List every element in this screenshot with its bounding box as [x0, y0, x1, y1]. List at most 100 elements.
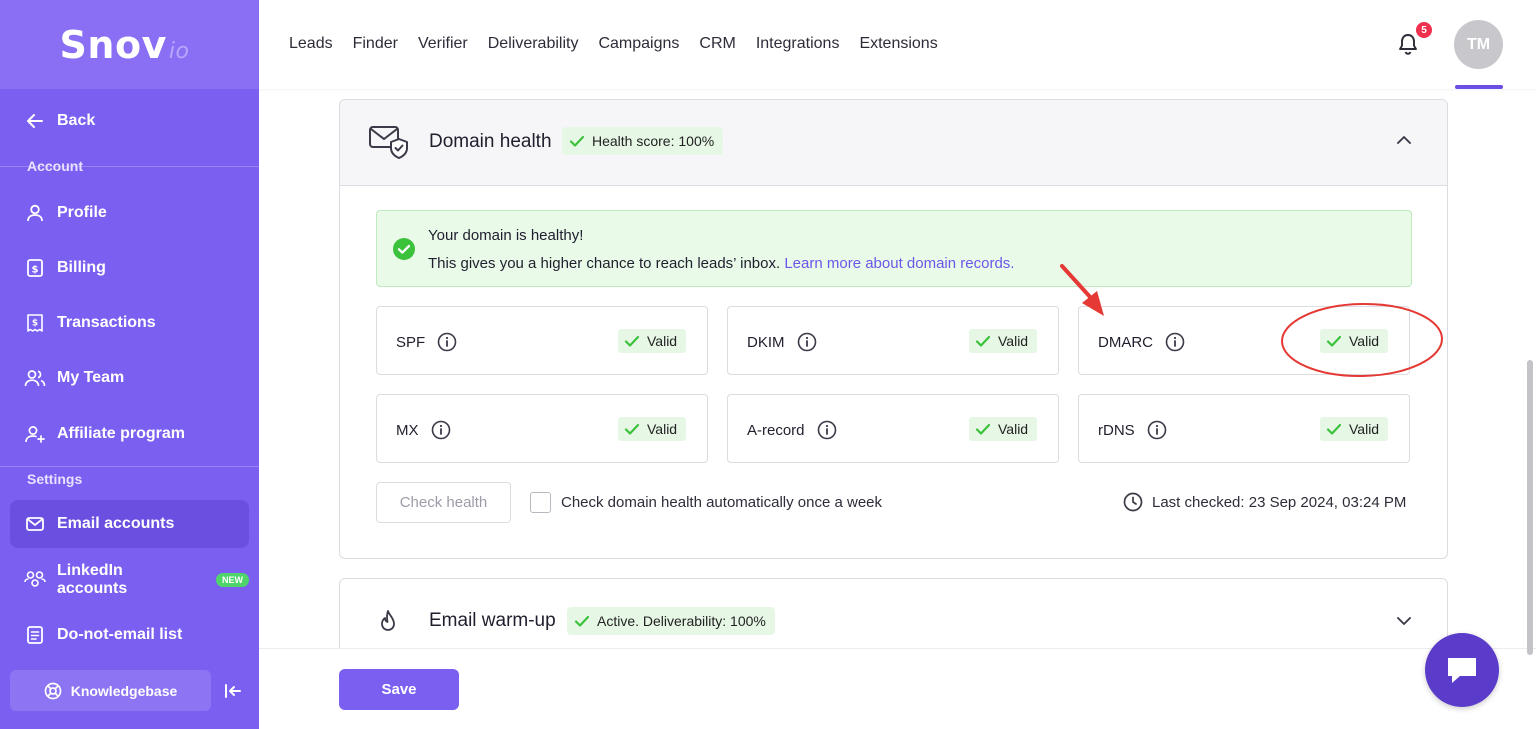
lifebuoy-icon	[44, 682, 62, 700]
receipt-icon: $	[24, 312, 46, 334]
learn-more-link[interactable]: Learn more about domain records.	[784, 255, 1014, 272]
avatar[interactable]: TM	[1454, 20, 1503, 69]
email-warmup-title: Email warm-up	[429, 610, 556, 631]
flame-icon	[376, 609, 400, 642]
check-icon	[624, 422, 640, 436]
info-icon[interactable]	[817, 420, 837, 440]
sidebar-item-label: Transactions	[57, 314, 156, 331]
auto-check-label: Check domain health automatically once a…	[561, 494, 883, 511]
record-card-a-record: A-record Valid	[727, 394, 1059, 463]
sidebar-item-label: Affiliate program	[57, 425, 186, 442]
info-icon[interactable]	[431, 420, 451, 440]
logo-sub: io	[168, 38, 190, 64]
sidebar-item-label: Do-not-email list	[57, 626, 183, 643]
sidebar-item-transactions[interactable]: $ Transactions	[10, 299, 249, 347]
check-icon	[975, 334, 991, 348]
collapse-icon	[225, 684, 241, 698]
notifications-button[interactable]	[1397, 32, 1419, 61]
auto-check-checkbox[interactable]	[530, 492, 551, 513]
valid-text: Valid	[647, 333, 678, 349]
check-circle-icon	[393, 238, 415, 265]
warmup-status-text: Active. Deliverability: 100%	[597, 613, 766, 629]
chevron-down-icon[interactable]	[1395, 612, 1413, 635]
record-name: DKIM	[747, 333, 785, 351]
valid-badge: Valid	[969, 417, 1038, 441]
domain-health-title: Domain health	[429, 131, 552, 152]
sidebar-item-linkedin-accounts[interactable]: LinkedIn accounts NEW	[10, 556, 249, 604]
top-navigation: Leads Finder Verifier Deliverability Cam…	[259, 0, 1536, 89]
nav-link-verifier[interactable]: Verifier	[418, 35, 468, 53]
warmup-status-badge: Active. Deliverability: 100%	[567, 607, 775, 635]
nav-link-finder[interactable]: Finder	[353, 35, 398, 53]
mail-icon	[24, 513, 46, 535]
list-icon	[24, 624, 46, 646]
sidebar: Snovio Back Account Profile $ Billing $ …	[0, 0, 259, 729]
svg-text:$: $	[32, 319, 38, 329]
knowledgebase-label: Knowledgebase	[70, 682, 178, 699]
info-icon[interactable]	[437, 332, 457, 352]
info-icon[interactable]	[797, 332, 817, 352]
record-name: rDNS	[1098, 421, 1135, 439]
linkedin-people-icon	[24, 569, 46, 591]
save-button[interactable]: Save	[339, 669, 459, 710]
nav-link-extensions[interactable]: Extensions	[859, 35, 937, 53]
chat-widget-button[interactable]	[1425, 633, 1499, 707]
new-badge: NEW	[216, 573, 249, 587]
sidebar-item-do-not-email-list[interactable]: Do-not-email list	[10, 611, 249, 659]
domain-healthy-alert: Your domain is healthy! This gives you a…	[376, 210, 1412, 287]
mail-shield-icon	[368, 123, 410, 166]
sidebar-item-label: Profile	[57, 204, 107, 221]
bell-icon	[1399, 34, 1417, 55]
team-icon	[24, 367, 46, 389]
divider	[0, 466, 259, 467]
svg-text:$: $	[32, 265, 39, 276]
alert-text: This gives you a higher chance to reach …	[428, 255, 1014, 272]
logo[interactable]: Snovio	[60, 23, 190, 67]
valid-badge: Valid	[1320, 417, 1389, 441]
sidebar-item-affiliate-program[interactable]: Affiliate program	[10, 410, 249, 458]
nav-link-deliverability[interactable]: Deliverability	[488, 35, 579, 53]
alert-title: Your domain is healthy!	[428, 227, 584, 244]
last-checked-text: Last checked: 23 Sep 2024, 03:24 PM	[1152, 493, 1407, 511]
back-button[interactable]: Back	[10, 97, 249, 145]
valid-text: Valid	[998, 421, 1029, 437]
info-icon[interactable]	[1165, 332, 1185, 352]
record-card-rdns: rDNS Valid	[1078, 394, 1410, 463]
knowledgebase-button[interactable]: Knowledgebase	[10, 670, 211, 711]
record-name: SPF	[396, 333, 426, 351]
record-name: MX	[396, 421, 419, 439]
nav-link-integrations[interactable]: Integrations	[756, 35, 840, 53]
nav-link-leads[interactable]: Leads	[289, 35, 333, 53]
back-label: Back	[57, 112, 96, 129]
sidebar-item-profile[interactable]: Profile	[10, 189, 249, 237]
nav-link-campaigns[interactable]: Campaigns	[598, 35, 679, 53]
collapse-sidebar-button[interactable]	[222, 680, 244, 702]
record-card-mx: MX Valid	[376, 394, 708, 463]
check-icon	[975, 422, 991, 436]
alert-body: This gives you a higher chance to reach …	[428, 255, 785, 272]
email-warmup-card[interactable]: Email warm-up Active. Deliverability: 10…	[339, 578, 1448, 658]
valid-badge: Valid	[618, 417, 687, 441]
info-icon[interactable]	[1147, 420, 1167, 440]
auto-check-option[interactable]: Check domain health automatically once a…	[530, 492, 882, 513]
sidebar-item-billing[interactable]: $ Billing	[10, 244, 249, 292]
check-health-button[interactable]: Check health	[376, 482, 511, 523]
logo-main: Snov	[59, 22, 167, 67]
scrollbar[interactable]	[1527, 360, 1533, 655]
logo-bar: Snovio	[0, 0, 259, 89]
chevron-up-icon[interactable]	[1395, 131, 1413, 154]
record-label: MX	[396, 420, 451, 440]
sidebar-item-my-team[interactable]: My Team	[10, 354, 249, 402]
health-score-badge: Health score: 100%	[562, 127, 724, 155]
last-checked: Last checked: 23 Sep 2024, 03:24 PM	[1123, 492, 1406, 512]
check-icon	[574, 614, 590, 628]
valid-badge: Valid	[618, 329, 687, 353]
valid-badge: Valid	[969, 329, 1038, 353]
clock-icon	[1123, 492, 1143, 512]
valid-text: Valid	[1349, 421, 1380, 437]
notification-count-badge: 5	[1416, 22, 1432, 38]
domain-health-header[interactable]: Domain health Health score: 100%	[340, 100, 1447, 186]
nav-link-crm[interactable]: CRM	[699, 35, 735, 53]
sidebar-item-email-accounts[interactable]: Email accounts	[10, 500, 249, 548]
record-card-spf: SPF Valid	[376, 306, 708, 375]
